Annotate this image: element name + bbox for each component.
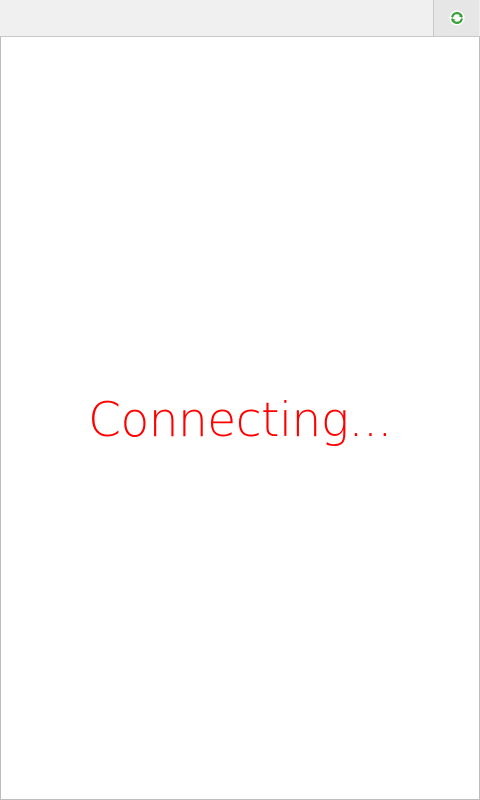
refresh-button[interactable] — [433, 0, 479, 36]
connection-status-text: Connecting... — [88, 393, 392, 448]
main-content: Connecting... — [0, 37, 480, 800]
top-toolbar — [0, 0, 480, 37]
refresh-icon — [448, 9, 466, 27]
app-screen: Connecting... — [0, 0, 480, 800]
